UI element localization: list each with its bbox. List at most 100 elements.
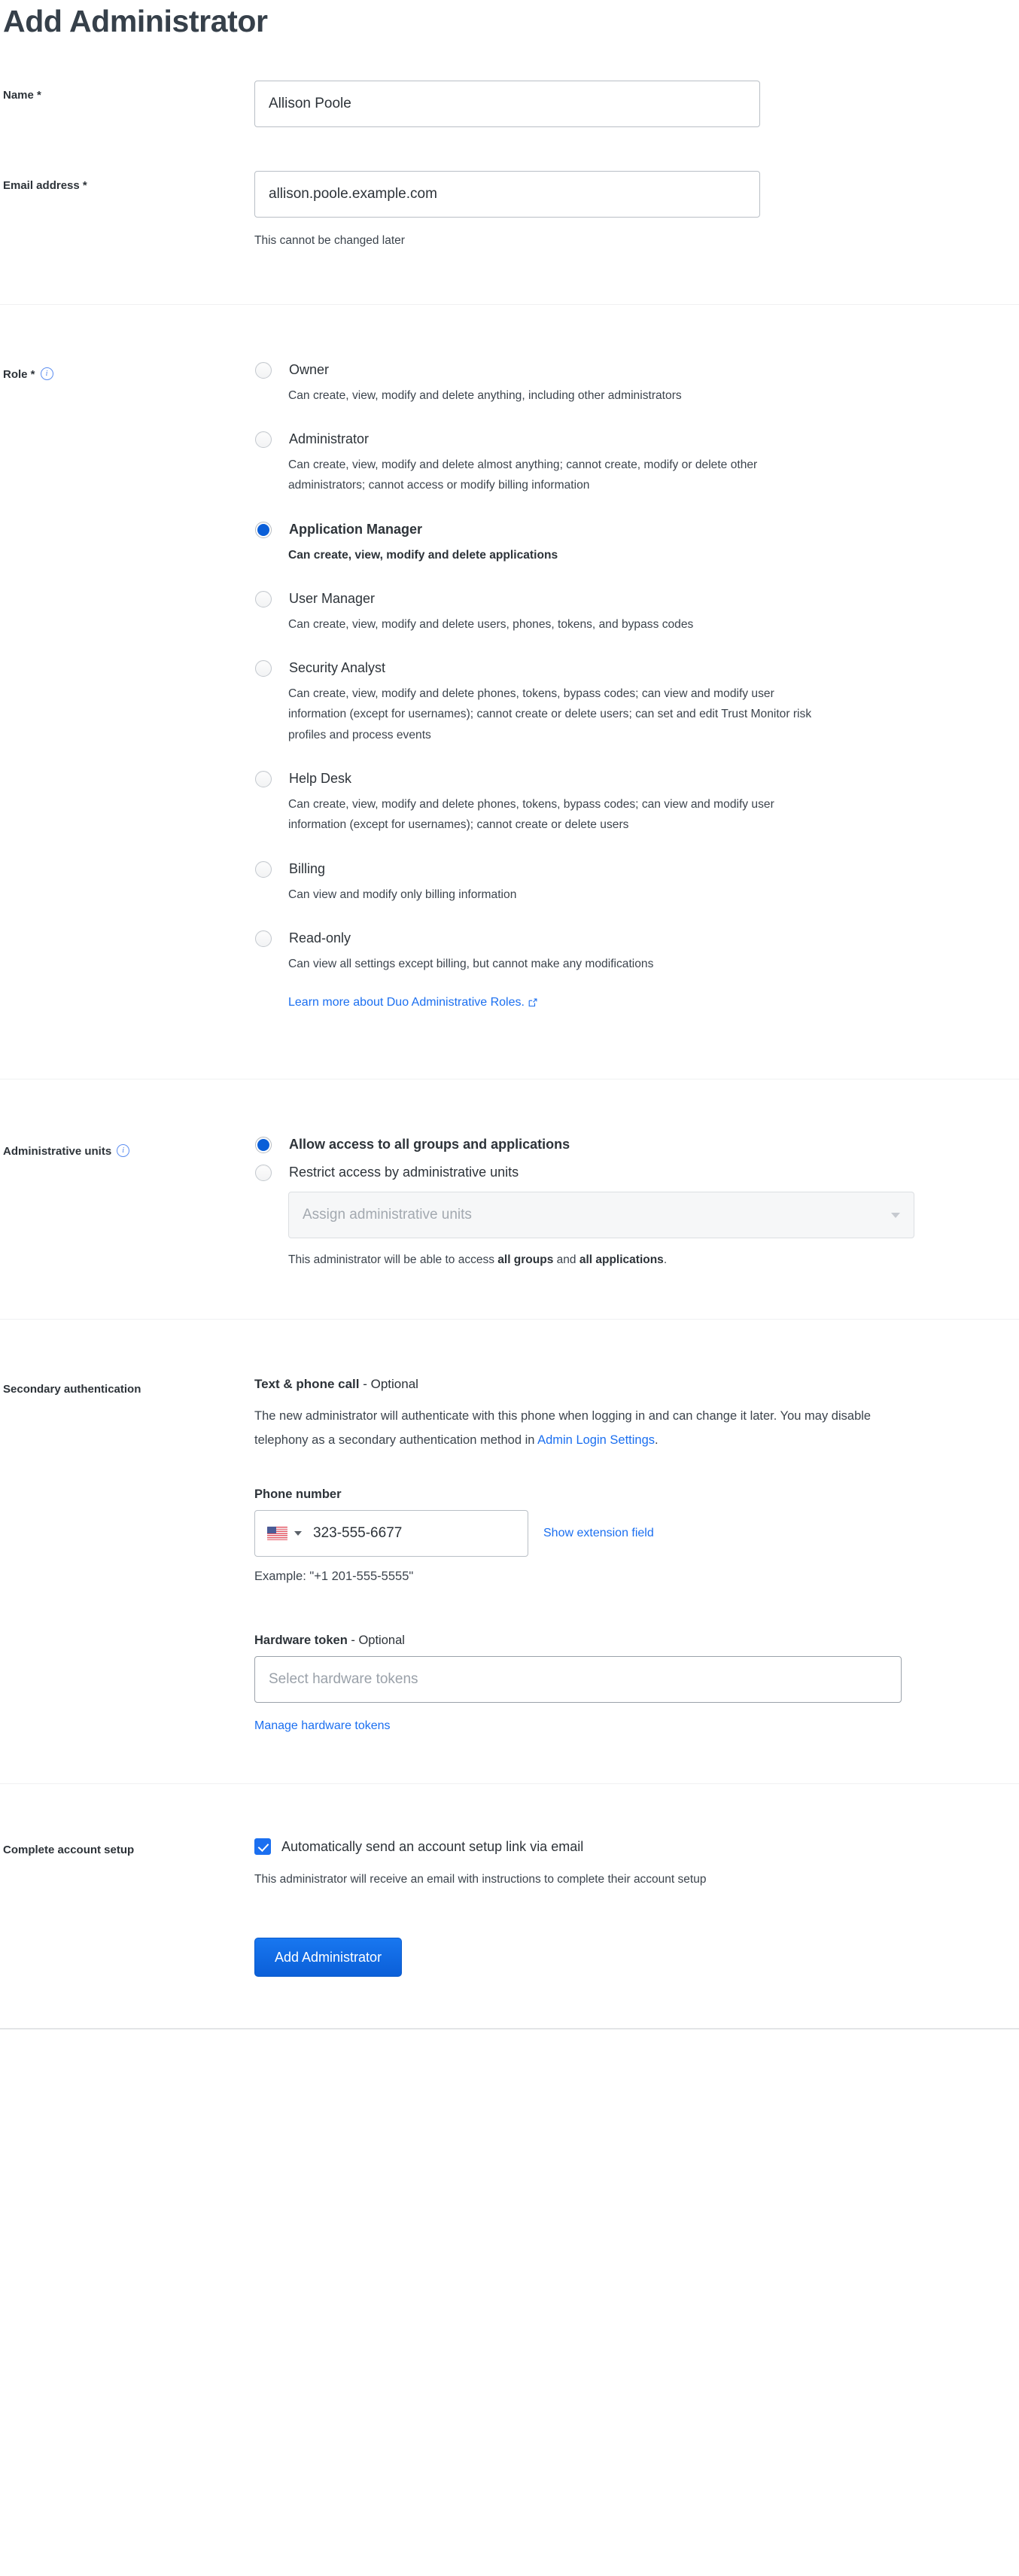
text-phone-call-heading-bold: Text & phone call xyxy=(254,1377,360,1392)
manage-hardware-tokens-link[interactable]: Manage hardware tokens xyxy=(254,1719,391,1732)
role-option-help-desk[interactable]: Help Desk Can create, view, modify and d… xyxy=(254,770,1019,836)
administrative-units-label: Administrative units i xyxy=(0,1137,254,1159)
radio-icon[interactable] xyxy=(255,770,272,787)
page-title: Add Administrator xyxy=(3,4,268,38)
role-option-application-manager[interactable]: Application Manager Can create, view, mo… xyxy=(254,521,1019,565)
hardware-token-select[interactable]: Select hardware tokens xyxy=(254,1656,902,1704)
role-option-head: Read-only xyxy=(254,930,1019,947)
role-option-owner[interactable]: Owner Can create, view, modify and delet… xyxy=(254,361,1019,406)
role-option-head: Billing xyxy=(254,860,1019,878)
name-field-row: Name * xyxy=(0,76,1019,127)
role-option-description: Can create, view, modify and delete user… xyxy=(288,617,694,631)
role-option-head: User Manager xyxy=(254,590,1019,607)
email-label: Email address * xyxy=(0,166,254,193)
role-option-description: Can create, view, modify and delete phon… xyxy=(288,687,812,741)
role-label-text: Role * xyxy=(3,367,35,381)
note-bold-applications: all applications xyxy=(579,1253,664,1267)
admin-login-settings-link[interactable]: Admin Login Settings xyxy=(537,1433,655,1447)
checkbox-icon-checked[interactable] xyxy=(254,1838,271,1856)
role-option-head: Security Analyst xyxy=(254,660,1019,677)
role-option-title: Help Desk xyxy=(289,771,352,787)
role-option-description: Can create, view, modify and delete anyt… xyxy=(288,388,682,402)
hardware-token-placeholder: Select hardware tokens xyxy=(269,1671,418,1688)
name-control xyxy=(254,76,1019,127)
radio-icon[interactable] xyxy=(255,1165,272,1182)
role-option-head: Owner xyxy=(254,361,1019,379)
email-input[interactable] xyxy=(254,171,760,218)
role-option-read-only[interactable]: Read-only Can view all settings except b… xyxy=(254,930,1019,974)
complete-account-setup-helper: This administrator will receive an email… xyxy=(254,1873,707,1886)
email-label-text: Email address * xyxy=(3,179,87,192)
role-control: Owner Can create, view, modify and delet… xyxy=(254,359,1019,1009)
complete-account-setup-row: Complete account setup Automatically sen… xyxy=(0,1838,1019,1888)
role-option-head: Application Manager xyxy=(254,521,1019,538)
email-field-row: Email address * This cannot be changed l… xyxy=(0,166,1019,249)
radio-icon-selected[interactable] xyxy=(255,521,272,538)
complete-account-setup-label-text: Complete account setup xyxy=(3,1844,135,1857)
role-option-billing[interactable]: Billing Can view and modify only billing… xyxy=(254,860,1019,905)
auto-send-setup-link-row[interactable]: Automatically send an account setup link… xyxy=(254,1838,1019,1856)
hardware-token-label-rest: - Optional xyxy=(347,1634,405,1648)
radio-icon[interactable] xyxy=(255,930,272,947)
learn-more-duo-roles-link[interactable]: Learn more about Duo Administrative Role… xyxy=(288,996,525,1009)
phone-number-input[interactable]: 323-555-6677 xyxy=(254,1510,528,1557)
email-control: This cannot be changed later xyxy=(254,166,1019,249)
role-option-description: Can create, view, modify and delete appl… xyxy=(288,548,558,562)
assign-administrative-units-select: Assign administrative units xyxy=(288,1192,914,1239)
secondary-authentication-label: Secondary authentication xyxy=(0,1376,254,1397)
role-label: Role * i xyxy=(0,359,254,382)
note-prefix: This administrator will be able to acces… xyxy=(288,1253,498,1267)
role-option-title: User Manager xyxy=(289,591,376,607)
role-option-user-manager[interactable]: User Manager Can create, view, modify an… xyxy=(254,590,1019,635)
role-option-title: Billing xyxy=(289,860,326,876)
role-option-description: Can view and modify only billing informa… xyxy=(288,888,517,901)
role-option-title: Read-only xyxy=(289,930,351,945)
phone-number-value: 323-555-6677 xyxy=(313,1525,403,1542)
admin-units-option-allow-all[interactable]: Allow access to all groups and applicati… xyxy=(254,1137,1019,1154)
role-option-administrator[interactable]: Administrator Can create, view, modify a… xyxy=(254,431,1019,496)
role-option-security-analyst[interactable]: Security Analyst Can create, view, modif… xyxy=(254,660,1019,745)
role-option-description: Can create, view, modify and delete phon… xyxy=(288,797,774,832)
radio-icon[interactable] xyxy=(255,431,272,448)
name-input[interactable] xyxy=(254,81,760,127)
admin-units-option-title: Allow access to all groups and applicati… xyxy=(289,1137,570,1153)
info-icon[interactable]: i xyxy=(117,1144,130,1158)
text-phone-call-heading-rest: - Optional xyxy=(359,1377,418,1392)
secondary-authentication-control: Text & phone call - Optional The new adm… xyxy=(254,1376,1019,1733)
role-option-description: Can view all settings except billing, bu… xyxy=(288,957,654,970)
administrative-units-label-text: Administrative units xyxy=(3,1145,112,1159)
section-divider-3 xyxy=(0,1319,1019,1320)
secondary-authentication-row: Secondary authentication Text & phone ca… xyxy=(0,1376,1019,1733)
note-mid: and xyxy=(553,1253,579,1267)
radio-icon[interactable] xyxy=(255,590,272,607)
phone-example-text: Example: "+1 201-555-5555" xyxy=(254,1570,414,1584)
admin-units-option-title: Restrict access by administrative units xyxy=(289,1165,519,1180)
show-extension-field-link[interactable]: Show extension field xyxy=(543,1527,654,1540)
role-radio-group: Owner Can create, view, modify and delet… xyxy=(254,359,1019,974)
section-divider-1 xyxy=(0,303,1019,305)
info-icon[interactable]: i xyxy=(40,367,53,380)
radio-icon-selected[interactable] xyxy=(255,1137,272,1154)
complete-account-setup-label: Complete account setup xyxy=(0,1838,254,1858)
learn-more-row: Learn more about Duo Administrative Role… xyxy=(288,996,1019,1009)
role-option-title: Security Analyst xyxy=(289,660,386,676)
admin-units-option-restrict[interactable]: Restrict access by administrative units xyxy=(254,1165,1019,1182)
auto-send-setup-link-label: Automatically send an account setup link… xyxy=(281,1838,584,1854)
administrative-units-note: This administrator will be able to acces… xyxy=(288,1251,1019,1268)
note-bold-groups: all groups xyxy=(497,1253,554,1267)
role-option-head: Help Desk xyxy=(254,770,1019,787)
submit-spacer xyxy=(0,1938,254,1948)
radio-icon[interactable] xyxy=(255,860,272,878)
radio-icon[interactable] xyxy=(255,660,272,677)
paragraph-part-2: . xyxy=(655,1433,659,1448)
name-label-text: Name * xyxy=(3,89,41,102)
radio-icon[interactable] xyxy=(255,361,272,379)
country-chevron-down-icon[interactable] xyxy=(294,1531,302,1536)
secondary-authentication-paragraph: The new administrator will authenticate … xyxy=(254,1405,879,1453)
add-administrator-button[interactable]: Add Administrator xyxy=(254,1937,403,1977)
role-field-row: Role * i Owner Can create, view, modify … xyxy=(0,359,1019,1009)
assign-administrative-units-placeholder: Assign administrative units xyxy=(303,1207,472,1223)
add-administrator-page: Add Administrator Name * Email address *… xyxy=(0,0,1019,2029)
hardware-token-block: Hardware token - Optional Select hardwar… xyxy=(254,1634,1019,1733)
role-option-title: Owner xyxy=(289,361,330,377)
